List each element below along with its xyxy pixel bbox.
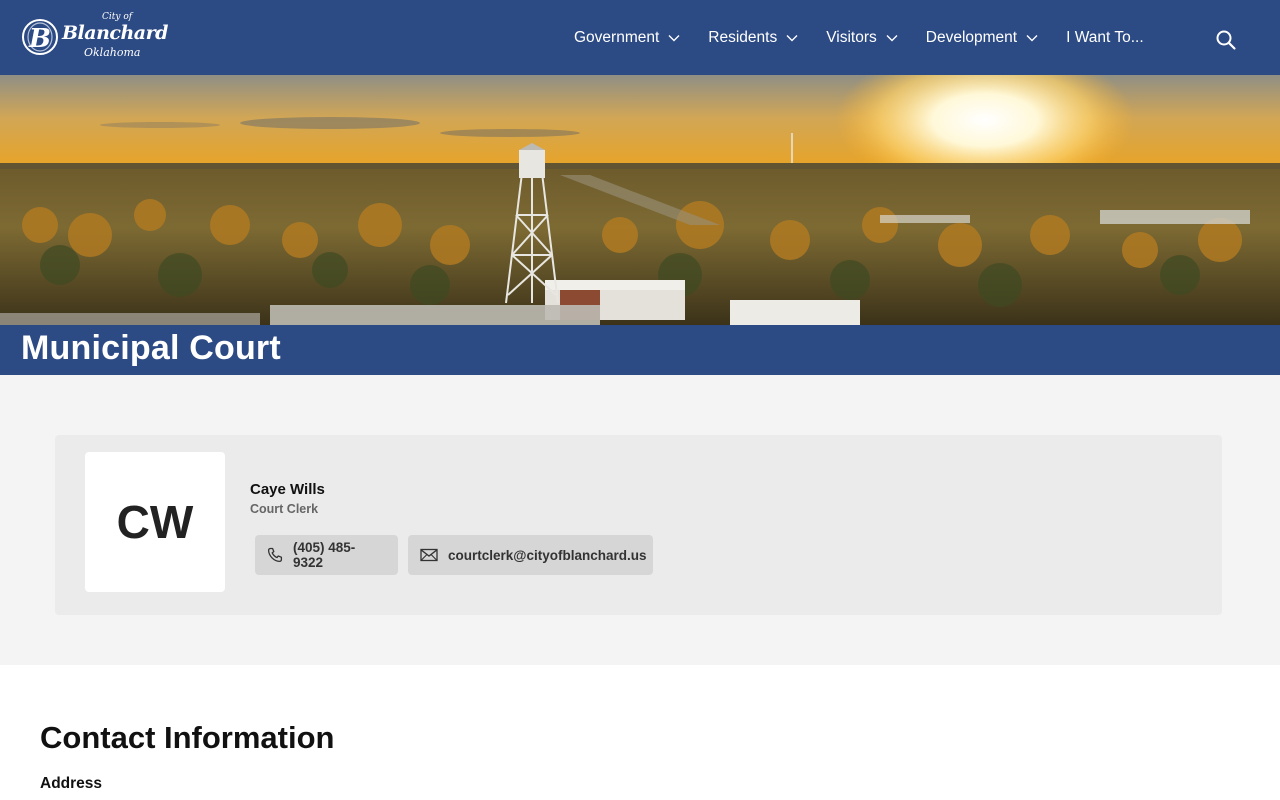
- chevron-down-icon: [1026, 34, 1038, 41]
- nav-item-label: I Want To...: [1066, 28, 1144, 46]
- logo-city-name: Blanchard: [62, 22, 168, 44]
- phone-number: (405) 485-9322: [293, 540, 356, 570]
- phone-button[interactable]: (405) 485-9322: [255, 535, 398, 575]
- hero-banner-image: [0, 75, 1280, 325]
- nav-item-label: Residents: [708, 28, 778, 46]
- search-button[interactable]: [1215, 29, 1237, 51]
- staff-card: CW Caye Wills Court Clerk (405) 485-9322…: [55, 435, 1222, 615]
- chevron-down-icon: [786, 34, 798, 41]
- site-header: B City of Blanchard Oklahoma Government …: [0, 0, 1280, 75]
- main-nav: Government Residents Visitors Developmen…: [560, 0, 1158, 75]
- nav-item-residents[interactable]: Residents: [708, 29, 798, 47]
- nav-item-government[interactable]: Government: [574, 29, 680, 47]
- staff-name: Caye Wills: [250, 481, 325, 498]
- search-icon: [1216, 30, 1236, 50]
- logo-city-of: City of: [102, 12, 133, 22]
- nav-item-label: Visitors: [826, 28, 877, 46]
- site-logo[interactable]: B City of Blanchard Oklahoma: [20, 10, 170, 64]
- logo-state: Oklahoma: [84, 46, 141, 59]
- email-address: courtclerk@cityofblanchard.us: [448, 547, 647, 563]
- nav-item-visitors[interactable]: Visitors: [826, 29, 898, 47]
- mail-icon: [420, 548, 438, 562]
- nav-item-i-want-to[interactable]: I Want To...: [1066, 29, 1144, 47]
- email-button[interactable]: courtclerk@cityofblanchard.us: [408, 535, 653, 575]
- chevron-down-icon: [886, 34, 898, 41]
- nav-item-label: Development: [925, 28, 1018, 46]
- chevron-down-icon: [668, 34, 680, 41]
- address-label: Address: [40, 775, 103, 792]
- avatar: CW: [85, 452, 225, 592]
- logo-monogram: B: [28, 24, 51, 54]
- logo-emblem-icon: B: [22, 19, 58, 55]
- page-title: Municipal Court: [21, 329, 281, 367]
- page-title-band: Municipal Court: [0, 325, 1280, 375]
- staff-role: Court Clerk: [250, 502, 319, 516]
- staff-section: CW Caye Wills Court Clerk (405) 485-9322…: [0, 375, 1280, 665]
- contact-info-heading: Contact Information: [40, 720, 335, 755]
- phone-icon: [267, 547, 283, 563]
- nav-item-development[interactable]: Development: [926, 29, 1038, 47]
- nav-item-label: Government: [574, 28, 660, 46]
- hero-landscape-illustration: [0, 75, 1280, 325]
